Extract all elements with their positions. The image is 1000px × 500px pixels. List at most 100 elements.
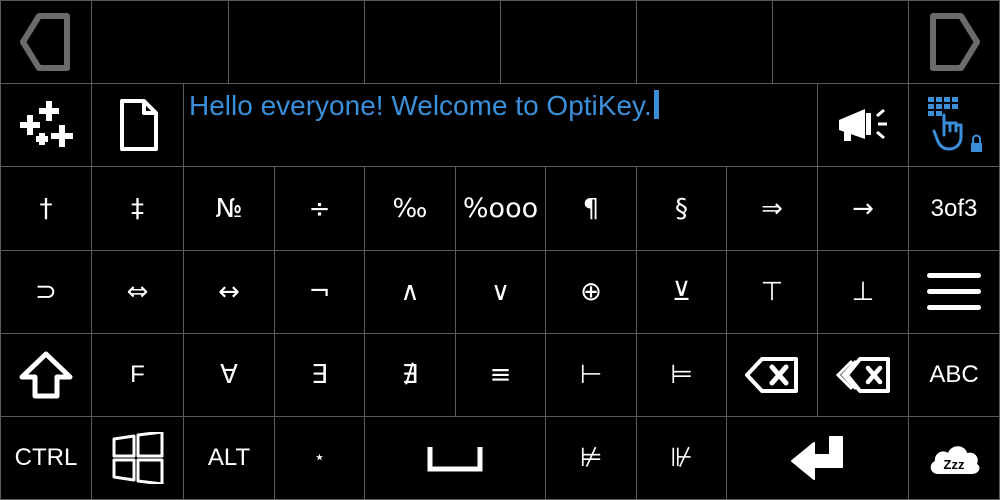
key-label: F <box>130 361 145 388</box>
key-label: ⊃ <box>35 277 57 307</box>
key-label: ∨ <box>490 277 511 307</box>
next-page-key[interactable] <box>908 0 1000 84</box>
key-label: ⊥ <box>851 277 875 307</box>
key-label: ⇒ <box>761 193 783 224</box>
key-down-tack[interactable]: ⊤ <box>726 250 818 334</box>
shift-arrow-icon <box>18 350 74 400</box>
blank-key-4[interactable] <box>500 0 637 84</box>
document-key[interactable] <box>91 83 184 167</box>
key-label: ↔ <box>218 277 240 307</box>
windows-key[interactable] <box>91 416 184 500</box>
key-label: → <box>852 193 874 224</box>
key-label: ⊨ <box>670 360 693 390</box>
alpha-keyboard-key[interactable]: ABC <box>908 333 1000 417</box>
key-per-mille[interactable]: ‰ <box>364 166 456 251</box>
key-for-all[interactable]: ∀ <box>183 333 275 417</box>
blank-key-1[interactable] <box>91 0 229 84</box>
key-per-hundred-thousand[interactable]: %ooo <box>455 166 546 251</box>
key-label: ∀ <box>220 360 238 390</box>
key-label: CTRL <box>14 444 78 471</box>
key-division[interactable]: ÷ <box>274 166 365 251</box>
megaphone-icon <box>835 103 891 147</box>
add-key[interactable] <box>0 83 92 167</box>
key-label: ⊻ <box>671 277 692 307</box>
svg-text:Zzz: Zzz <box>944 457 965 472</box>
key-right-arrow[interactable]: → <box>817 166 909 251</box>
key-section[interactable]: § <box>636 166 727 251</box>
keyboard-hand-lock-icon <box>922 93 986 157</box>
ctrl-key[interactable]: CTRL <box>0 416 92 500</box>
key-false[interactable]: F <box>91 333 184 417</box>
key-identical[interactable]: ≡ <box>455 333 546 417</box>
next-page-arrow-icon <box>925 11 983 73</box>
key-label: %ooo <box>462 193 539 224</box>
text-caret <box>653 90 659 119</box>
page-3of3-key[interactable]: 3of3 <box>908 166 1000 251</box>
keyboard-menu-key[interactable] <box>908 83 1000 167</box>
key-label: ÷ <box>308 193 331 224</box>
scratchpad-text-value: Hello everyone! Welcome to OptiKey. <box>189 90 652 121</box>
key-logical-or[interactable]: ∨ <box>455 250 546 334</box>
key-xor[interactable]: ⊻ <box>636 250 727 334</box>
key-label: ∃ <box>311 360 328 390</box>
key-superset[interactable]: ⊃ <box>0 250 92 334</box>
document-icon <box>117 98 159 152</box>
menu-key[interactable] <box>908 250 1000 334</box>
key-label: ⇔ <box>126 277 149 307</box>
hamburger-menu-icon <box>927 272 981 312</box>
previous-page-key[interactable] <box>0 0 92 84</box>
key-not-forces[interactable]: ⊮ <box>636 416 727 500</box>
alt-key[interactable]: ALT <box>183 416 275 500</box>
space-key[interactable] <box>364 416 546 500</box>
key-there-exists[interactable]: ∃ <box>274 333 365 417</box>
key-up-tack[interactable]: ⊥ <box>817 250 909 334</box>
key-star[interactable]: ⋆ <box>274 416 365 500</box>
windows-logo-icon <box>111 432 165 484</box>
key-label: ≡ <box>489 360 512 390</box>
scratchpad-text: Hello everyone! Welcome to OptiKey. <box>189 90 659 122</box>
sleep-cloud-icon: Zzz <box>926 438 982 478</box>
key-label: ‰ <box>392 193 428 224</box>
key-dagger[interactable]: † <box>0 166 92 251</box>
key-models[interactable]: ⊨ <box>636 333 727 417</box>
key-double-right-arrow[interactable]: ⇒ <box>726 166 818 251</box>
key-label: ⊢ <box>579 360 603 390</box>
key-logical-and[interactable]: ∧ <box>364 250 456 334</box>
backspace-key[interactable] <box>726 333 818 417</box>
key-label: § <box>675 193 688 224</box>
key-circled-plus[interactable]: ⊕ <box>545 250 637 334</box>
key-label: ⊮ <box>670 443 693 473</box>
blank-key-6[interactable] <box>772 0 909 84</box>
key-label: № <box>215 193 243 224</box>
key-left-right-arrow[interactable]: ↔ <box>183 250 275 334</box>
key-not[interactable]: ¬ <box>274 250 365 334</box>
key-double-left-right-arrow[interactable]: ⇔ <box>91 250 184 334</box>
enter-key[interactable] <box>726 416 909 500</box>
key-pilcrow[interactable]: ¶ <box>545 166 637 251</box>
multi-add-sparkle-icon <box>18 99 74 151</box>
key-proves[interactable]: ⊢ <box>545 333 637 417</box>
key-label: ¬ <box>308 277 331 307</box>
blank-key-3[interactable] <box>364 0 501 84</box>
shift-key[interactable] <box>0 333 92 417</box>
key-not-models[interactable]: ⊭ <box>545 416 637 500</box>
key-label: ‡ <box>131 193 144 224</box>
key-label: ⊕ <box>580 277 602 307</box>
previous-page-arrow-icon <box>17 11 75 73</box>
key-label: 3of3 <box>930 194 978 222</box>
delete-word-key[interactable] <box>817 333 909 417</box>
key-not-exists[interactable]: ∄ <box>364 333 456 417</box>
key-label: ∧ <box>400 277 420 307</box>
space-bar-icon <box>427 444 483 472</box>
key-label: ⊭ <box>579 443 603 473</box>
blank-key-5[interactable] <box>636 0 773 84</box>
key-label: ABC <box>929 361 979 388</box>
scratchpad[interactable]: Hello everyone! Welcome to OptiKey. <box>183 83 818 167</box>
enter-return-icon <box>788 433 848 483</box>
sleep-key[interactable]: Zzz <box>908 416 1000 500</box>
key-double-dagger[interactable]: ‡ <box>91 166 184 251</box>
speak-key[interactable] <box>817 83 909 167</box>
blank-key-2[interactable] <box>228 0 365 84</box>
key-numero[interactable]: № <box>183 166 275 251</box>
key-label: ∄ <box>401 360 419 390</box>
